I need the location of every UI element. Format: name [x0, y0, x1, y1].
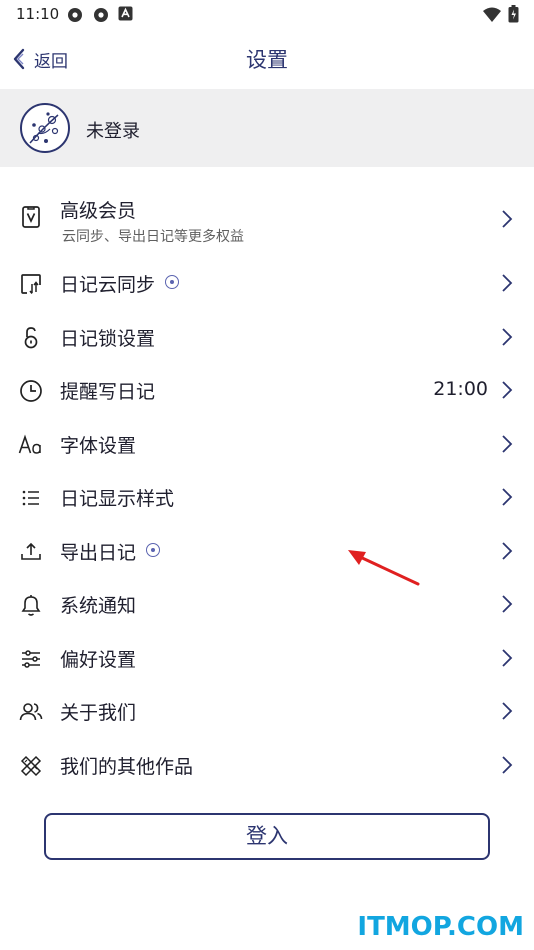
chevron-right-icon [502, 210, 513, 228]
menu-label: 日记云同步 [60, 274, 156, 296]
new-badge-icon [146, 543, 161, 557]
chevron-right-icon [502, 381, 513, 399]
chevron-right-icon [502, 488, 513, 506]
menu-sublabel: 云同步、导出日记等更多权益 [62, 229, 244, 245]
clock-icon [20, 380, 42, 402]
font-icon [18, 434, 41, 454]
page-title: 设置 [246, 48, 288, 72]
menu-item-export[interactable]: 导出日记 [0, 525, 534, 578]
menu-label: 日记显示样式 [60, 488, 175, 510]
menu-item-display-style[interactable]: 日记显示样式 [0, 471, 534, 524]
account-card[interactable]: 未登录 [0, 89, 534, 167]
menu-item-about[interactable]: 关于我们 [0, 685, 534, 738]
menu-label: 我们的其他作品 [60, 756, 194, 778]
chevron-right-icon [502, 595, 513, 613]
menu-item-diary-lock[interactable]: 日记锁设置 [0, 311, 534, 364]
menu-label: 字体设置 [60, 435, 137, 457]
menu-label: 关于我们 [60, 702, 137, 724]
nav-bar: 返回 设置 [0, 30, 534, 88]
sliders-icon [22, 650, 40, 668]
chevron-right-icon [502, 274, 513, 292]
new-badge-icon [165, 275, 180, 289]
wifi-icon [483, 7, 501, 22]
menu-label: 系统通知 [60, 595, 137, 617]
menu-item-other-works[interactable]: 我们的其他作品 [0, 739, 534, 792]
status-bar: 11:10 [0, 0, 534, 30]
reminder-time-value: 21:00 [433, 378, 488, 400]
status-time: 11:10 [16, 5, 60, 23]
battery-icon [508, 5, 519, 23]
people-icon [19, 703, 43, 721]
chevron-right-icon [502, 702, 513, 720]
chevron-right-icon [502, 328, 513, 346]
export-icon [21, 542, 41, 560]
avatar[interactable] [20, 103, 70, 153]
chevron-right-icon [502, 756, 513, 774]
menu-item-reminder[interactable]: 提醒写日记 21:00 [0, 364, 534, 417]
avatar-floral-icon [29, 112, 59, 144]
menu-item-preferences[interactable]: 偏好设置 [0, 632, 534, 685]
chevron-right-icon [502, 649, 513, 667]
list-icon [22, 490, 39, 506]
menu-item-notifications[interactable]: 系统通知 [0, 578, 534, 631]
tools-icon [20, 755, 42, 777]
menu-label: 高级会员 [60, 200, 137, 222]
menu-label: 提醒写日记 [60, 381, 156, 403]
lock-icon [24, 327, 38, 349]
vip-card-icon [22, 206, 40, 228]
bell-icon [21, 595, 41, 616]
annotation-arrow-icon [348, 550, 420, 586]
chevron-right-icon [502, 435, 513, 453]
settings-gear-icon [94, 8, 108, 22]
settings-gear-icon [68, 8, 82, 22]
menu-label: 偏好设置 [60, 649, 137, 671]
menu-item-vip[interactable]: 高级会员 云同步、导出日记等更多权益 [0, 186, 534, 252]
cloud-sync-icon [21, 274, 41, 294]
menu-label: 日记锁设置 [60, 328, 156, 350]
notification-a-icon [118, 6, 133, 21]
menu-label: 导出日记 [60, 542, 137, 564]
watermark: ITMOP.COM [357, 912, 524, 942]
chevron-right-icon [502, 542, 513, 560]
login-status: 未登录 [86, 121, 140, 142]
menu-item-font[interactable]: 字体设置 [0, 418, 534, 471]
menu-item-cloud-sync[interactable]: 日记云同步 [0, 257, 534, 310]
login-button[interactable]: 登入 [44, 813, 490, 860]
